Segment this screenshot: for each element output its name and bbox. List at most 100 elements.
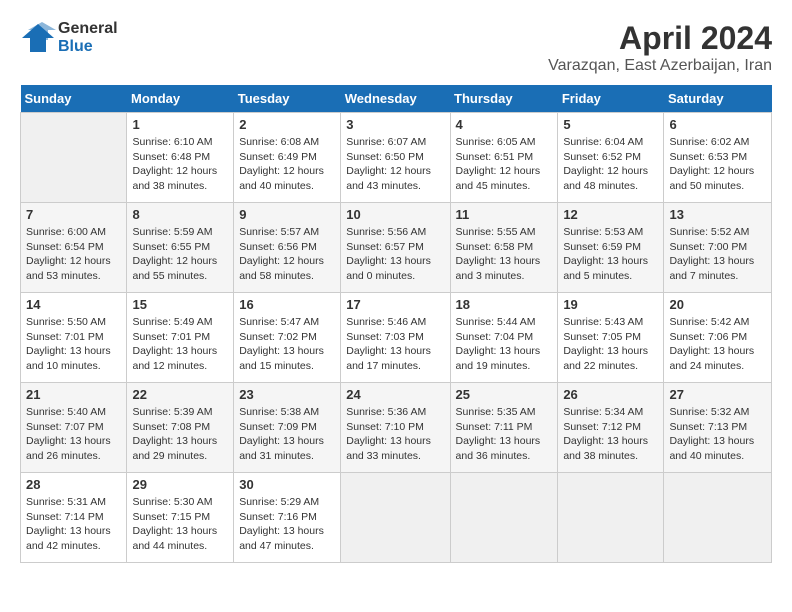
- calendar-cell: 19 Sunrise: 5:43 AM Sunset: 7:05 PM Dayli…: [558, 293, 664, 383]
- calendar-cell: 17 Sunrise: 5:46 AM Sunset: 7:03 PM Dayli…: [341, 293, 450, 383]
- logo-icon: [20, 20, 56, 56]
- day-number: 1: [132, 117, 228, 132]
- day-info: Sunrise: 5:32 AM Sunset: 7:13 PM Dayligh…: [669, 405, 766, 464]
- calendar-cell: 29 Sunrise: 5:30 AM Sunset: 7:15 PM Dayli…: [127, 473, 234, 563]
- day-info: Sunrise: 6:04 AM Sunset: 6:52 PM Dayligh…: [563, 135, 658, 194]
- calendar-cell: 30Sunrise: 5:29 AM Sunset: 7:16 PM Dayli…: [234, 473, 341, 563]
- weekday-header-wednesday: Wednesday: [341, 85, 450, 113]
- day-info: Sunrise: 5:35 AM Sunset: 7:11 PM Dayligh…: [456, 405, 553, 464]
- day-number: 17: [346, 297, 444, 312]
- day-number: 16: [239, 297, 335, 312]
- calendar-cell: 7 Sunrise: 6:00 AM Sunset: 6:54 PM Daylig…: [21, 203, 127, 293]
- calendar-cell: 25 Sunrise: 5:35 AM Sunset: 7:11 PM Dayli…: [450, 383, 558, 473]
- day-number: 5: [563, 117, 658, 132]
- weekday-header-thursday: Thursday: [450, 85, 558, 113]
- day-info: Sunrise: 5:38 AM Sunset: 7:09 PM Dayligh…: [239, 405, 335, 464]
- subtitle: Varazqan, East Azerbaijan, Iran: [548, 57, 772, 75]
- day-number: 15: [132, 297, 228, 312]
- logo: General Blue: [20, 20, 118, 56]
- day-number: 3: [346, 117, 444, 132]
- day-number: 6: [669, 117, 766, 132]
- calendar-cell: 12Sunrise: 5:53 AM Sunset: 6:59 PM Dayli…: [558, 203, 664, 293]
- day-info: Sunrise: 6:07 AM Sunset: 6:50 PM Dayligh…: [346, 135, 444, 194]
- calendar-cell: 14 Sunrise: 5:50 AM Sunset: 7:01 PM Dayli…: [21, 293, 127, 383]
- weekday-header-monday: Monday: [127, 85, 234, 113]
- calendar-cell: 11 Sunrise: 5:55 AM Sunset: 6:58 PM Dayli…: [450, 203, 558, 293]
- weekday-header-friday: Friday: [558, 85, 664, 113]
- day-number: 19: [563, 297, 658, 312]
- day-info: Sunrise: 5:47 AM Sunset: 7:02 PM Dayligh…: [239, 315, 335, 374]
- day-number: 28: [26, 477, 121, 492]
- calendar-cell: [558, 473, 664, 563]
- day-info: Sunrise: 5:44 AM Sunset: 7:04 PM Dayligh…: [456, 315, 553, 374]
- calendar-cell: 18 Sunrise: 5:44 AM Sunset: 7:04 PM Dayli…: [450, 293, 558, 383]
- day-info: Sunrise: 5:34 AM Sunset: 7:12 PM Dayligh…: [563, 405, 658, 464]
- day-info: Sunrise: 5:57 AM Sunset: 6:56 PM Dayligh…: [239, 225, 335, 284]
- calendar-cell: [21, 113, 127, 203]
- day-info: Sunrise: 5:30 AM Sunset: 7:15 PM Dayligh…: [132, 495, 228, 554]
- day-number: 24: [346, 387, 444, 402]
- calendar-cell: 16 Sunrise: 5:47 AM Sunset: 7:02 PM Dayli…: [234, 293, 341, 383]
- calendar-cell: 21 Sunrise: 5:40 AM Sunset: 7:07 PM Dayli…: [21, 383, 127, 473]
- calendar-cell: 3 Sunrise: 6:07 AM Sunset: 6:50 PM Daylig…: [341, 113, 450, 203]
- day-info: Sunrise: 5:52 AM Sunset: 7:00 PM Dayligh…: [669, 225, 766, 284]
- calendar-cell: 4Sunrise: 6:05 AM Sunset: 6:51 PM Daylig…: [450, 113, 558, 203]
- day-info: Sunrise: 5:55 AM Sunset: 6:58 PM Dayligh…: [456, 225, 553, 284]
- day-number: 25: [456, 387, 553, 402]
- page-header: General Blue April 2024 Varazqan, East A…: [20, 20, 772, 75]
- calendar-cell: 8Sunrise: 5:59 AM Sunset: 6:55 PM Daylig…: [127, 203, 234, 293]
- weekday-header-sunday: Sunday: [21, 85, 127, 113]
- calendar-week-row: 28Sunrise: 5:31 AM Sunset: 7:14 PM Dayli…: [21, 473, 772, 563]
- day-info: Sunrise: 5:50 AM Sunset: 7:01 PM Dayligh…: [26, 315, 121, 374]
- day-number: 20: [669, 297, 766, 312]
- day-info: Sunrise: 5:40 AM Sunset: 7:07 PM Dayligh…: [26, 405, 121, 464]
- day-number: 7: [26, 207, 121, 222]
- main-title: April 2024: [548, 20, 772, 57]
- day-number: 27: [669, 387, 766, 402]
- calendar-week-row: 21 Sunrise: 5:40 AM Sunset: 7:07 PM Dayli…: [21, 383, 772, 473]
- calendar-cell: 2Sunrise: 6:08 AM Sunset: 6:49 PM Daylig…: [234, 113, 341, 203]
- day-info: Sunrise: 5:36 AM Sunset: 7:10 PM Dayligh…: [346, 405, 444, 464]
- calendar-cell: 1 Sunrise: 6:10 AM Sunset: 6:48 PM Daylig…: [127, 113, 234, 203]
- day-info: Sunrise: 5:56 AM Sunset: 6:57 PM Dayligh…: [346, 225, 444, 284]
- day-info: Sunrise: 5:42 AM Sunset: 7:06 PM Dayligh…: [669, 315, 766, 374]
- calendar-week-row: 1 Sunrise: 6:10 AM Sunset: 6:48 PM Daylig…: [21, 113, 772, 203]
- day-number: 29: [132, 477, 228, 492]
- calendar-cell: 23 Sunrise: 5:38 AM Sunset: 7:09 PM Dayli…: [234, 383, 341, 473]
- calendar-cell: 5 Sunrise: 6:04 AM Sunset: 6:52 PM Daylig…: [558, 113, 664, 203]
- calendar-cell: [664, 473, 772, 563]
- day-info: Sunrise: 5:53 AM Sunset: 6:59 PM Dayligh…: [563, 225, 658, 284]
- day-info: Sunrise: 6:00 AM Sunset: 6:54 PM Dayligh…: [26, 225, 121, 284]
- day-number: 26: [563, 387, 658, 402]
- day-info: Sunrise: 5:39 AM Sunset: 7:08 PM Dayligh…: [132, 405, 228, 464]
- day-info: Sunrise: 6:05 AM Sunset: 6:51 PM Dayligh…: [456, 135, 553, 194]
- calendar-cell: 22Sunrise: 5:39 AM Sunset: 7:08 PM Dayli…: [127, 383, 234, 473]
- logo-label: General Blue: [58, 20, 118, 55]
- day-number: 21: [26, 387, 121, 402]
- calendar-cell: 9Sunrise: 5:57 AM Sunset: 6:56 PM Daylig…: [234, 203, 341, 293]
- weekday-header-saturday: Saturday: [664, 85, 772, 113]
- weekday-header-tuesday: Tuesday: [234, 85, 341, 113]
- day-number: 18: [456, 297, 553, 312]
- day-number: 10: [346, 207, 444, 222]
- calendar-cell: 13Sunrise: 5:52 AM Sunset: 7:00 PM Dayli…: [664, 203, 772, 293]
- day-info: Sunrise: 6:10 AM Sunset: 6:48 PM Dayligh…: [132, 135, 228, 194]
- calendar-week-row: 7 Sunrise: 6:00 AM Sunset: 6:54 PM Daylig…: [21, 203, 772, 293]
- day-info: Sunrise: 6:02 AM Sunset: 6:53 PM Dayligh…: [669, 135, 766, 194]
- day-number: 14: [26, 297, 121, 312]
- calendar-cell: [450, 473, 558, 563]
- calendar-cell: 6 Sunrise: 6:02 AM Sunset: 6:53 PM Daylig…: [664, 113, 772, 203]
- day-info: Sunrise: 5:49 AM Sunset: 7:01 PM Dayligh…: [132, 315, 228, 374]
- day-info: Sunrise: 5:29 AM Sunset: 7:16 PM Dayligh…: [239, 495, 335, 554]
- weekday-header-row: SundayMondayTuesdayWednesdayThursdayFrid…: [21, 85, 772, 113]
- day-number: 23: [239, 387, 335, 402]
- title-block: April 2024 Varazqan, East Azerbaijan, Ir…: [548, 20, 772, 75]
- day-info: Sunrise: 5:46 AM Sunset: 7:03 PM Dayligh…: [346, 315, 444, 374]
- day-number: 11: [456, 207, 553, 222]
- logo-general-text: General: [58, 20, 118, 38]
- calendar-cell: 20 Sunrise: 5:42 AM Sunset: 7:06 PM Dayli…: [664, 293, 772, 383]
- day-number: 8: [132, 207, 228, 222]
- calendar-cell: 28Sunrise: 5:31 AM Sunset: 7:14 PM Dayli…: [21, 473, 127, 563]
- calendar-cell: 27 Sunrise: 5:32 AM Sunset: 7:13 PM Dayli…: [664, 383, 772, 473]
- day-info: Sunrise: 5:43 AM Sunset: 7:05 PM Dayligh…: [563, 315, 658, 374]
